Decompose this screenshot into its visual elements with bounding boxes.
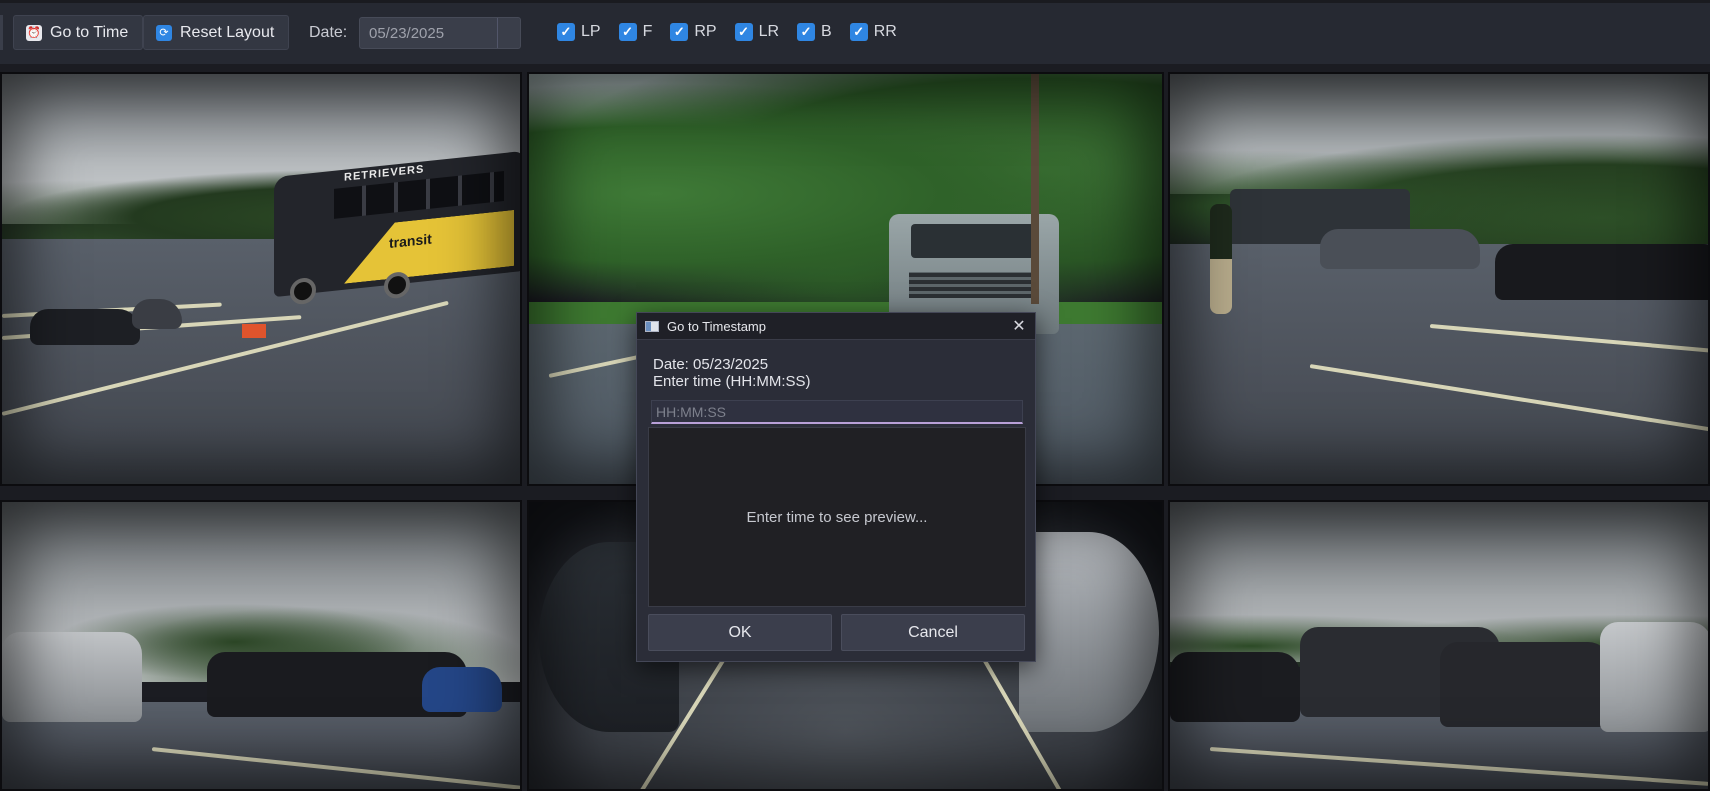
parked-car — [422, 667, 502, 712]
parked-car — [1440, 642, 1610, 727]
go-to-time-label: Go to Time — [50, 23, 129, 41]
go-to-timestamp-dialog: Go to Timestamp ✕ Date: 05/23/2025 Enter… — [636, 312, 1036, 662]
reset-layout-label: Reset Layout — [180, 23, 275, 41]
camera-view-rp[interactable] — [1168, 72, 1710, 486]
camera-toggle-label: RR — [873, 23, 897, 40]
preview-placeholder-text: Enter time to see preview... — [746, 508, 928, 526]
camera-view-rr[interactable] — [1168, 500, 1710, 791]
checkbox-checked-icon[interactable]: ✓ — [557, 23, 575, 41]
toolbar: ⏰ Go to Time ⟳ Reset Layout Date: 05/23/… — [0, 0, 1710, 64]
traffic-barrier — [242, 324, 266, 338]
camera-view-lp[interactable]: RETRIEVERS transit — [0, 72, 522, 486]
camera-toggle-label: F — [642, 23, 653, 40]
camera-view-lr[interactable] — [0, 500, 522, 791]
camera-toggle-label: B — [821, 23, 832, 40]
camera-toggle-rr[interactable]: ✓ RR — [849, 23, 897, 41]
camera-toggle-lr[interactable]: ✓ LR — [734, 23, 780, 41]
parked-car — [1320, 229, 1480, 269]
camera-toggle-f[interactable]: ✓ F — [618, 23, 653, 41]
checkbox-checked-icon[interactable]: ✓ — [734, 23, 753, 41]
date-picker[interactable]: 05/23/2025 — [359, 17, 521, 49]
date-label: Date: — [309, 24, 348, 41]
reset-layout-button[interactable]: ⟳ Reset Layout — [143, 15, 290, 50]
parked-car — [1170, 652, 1300, 722]
date-value[interactable]: 05/23/2025 — [360, 25, 497, 42]
parked-car — [1600, 622, 1708, 732]
tree-line — [529, 74, 1162, 314]
parked-car — [132, 299, 182, 329]
dialog-title-bar[interactable]: Go to Timestamp ✕ — [637, 313, 1035, 340]
alarm-clock-icon: ⏰ — [26, 24, 42, 41]
refresh-icon: ⟳ — [156, 24, 172, 41]
window-icon — [645, 320, 659, 332]
camera-toggle-b[interactable]: ✓ B — [797, 23, 832, 41]
checkbox-checked-icon[interactable]: ✓ — [849, 23, 868, 41]
dialog-title: Go to Timestamp — [667, 318, 766, 334]
checkbox-checked-icon[interactable]: ✓ — [670, 23, 689, 41]
camera-toggle-label: LR — [758, 23, 780, 40]
cancel-button[interactable]: Cancel — [841, 614, 1025, 651]
camera-toggles: ✓ LP ✓ F ✓ RP ✓ LR ✓ B ✓ RR — [557, 23, 915, 41]
camera-toggle-rp[interactable]: ✓ RP — [670, 23, 717, 41]
time-input[interactable] — [651, 400, 1023, 424]
parked-car — [30, 309, 140, 345]
camera-toggle-lp[interactable]: ✓ LP — [557, 23, 601, 41]
camera-toggle-label: LP — [581, 23, 601, 40]
parked-car — [1019, 532, 1159, 732]
sports-car — [1495, 244, 1708, 300]
utility-pole — [1031, 74, 1039, 304]
pedestrian — [1210, 204, 1232, 314]
checkbox-checked-icon[interactable]: ✓ — [618, 23, 637, 41]
ok-button[interactable]: OK — [648, 614, 832, 651]
camera-toggle-label: RP — [694, 23, 717, 40]
toolbar-overflow-button[interactable] — [0, 15, 3, 50]
preview-panel: Enter time to see preview... — [648, 427, 1026, 607]
calendar-dropdown-button[interactable] — [497, 18, 520, 48]
parked-car — [2, 632, 142, 722]
dialog-prompt-text: Enter time (HH:MM:SS) — [653, 373, 811, 390]
go-to-time-button[interactable]: ⏰ Go to Time — [13, 15, 144, 50]
checkbox-checked-icon[interactable]: ✓ — [797, 23, 816, 41]
close-icon[interactable]: ✕ — [1009, 316, 1029, 336]
dialog-date-text: Date: 05/23/2025 — [653, 356, 769, 373]
